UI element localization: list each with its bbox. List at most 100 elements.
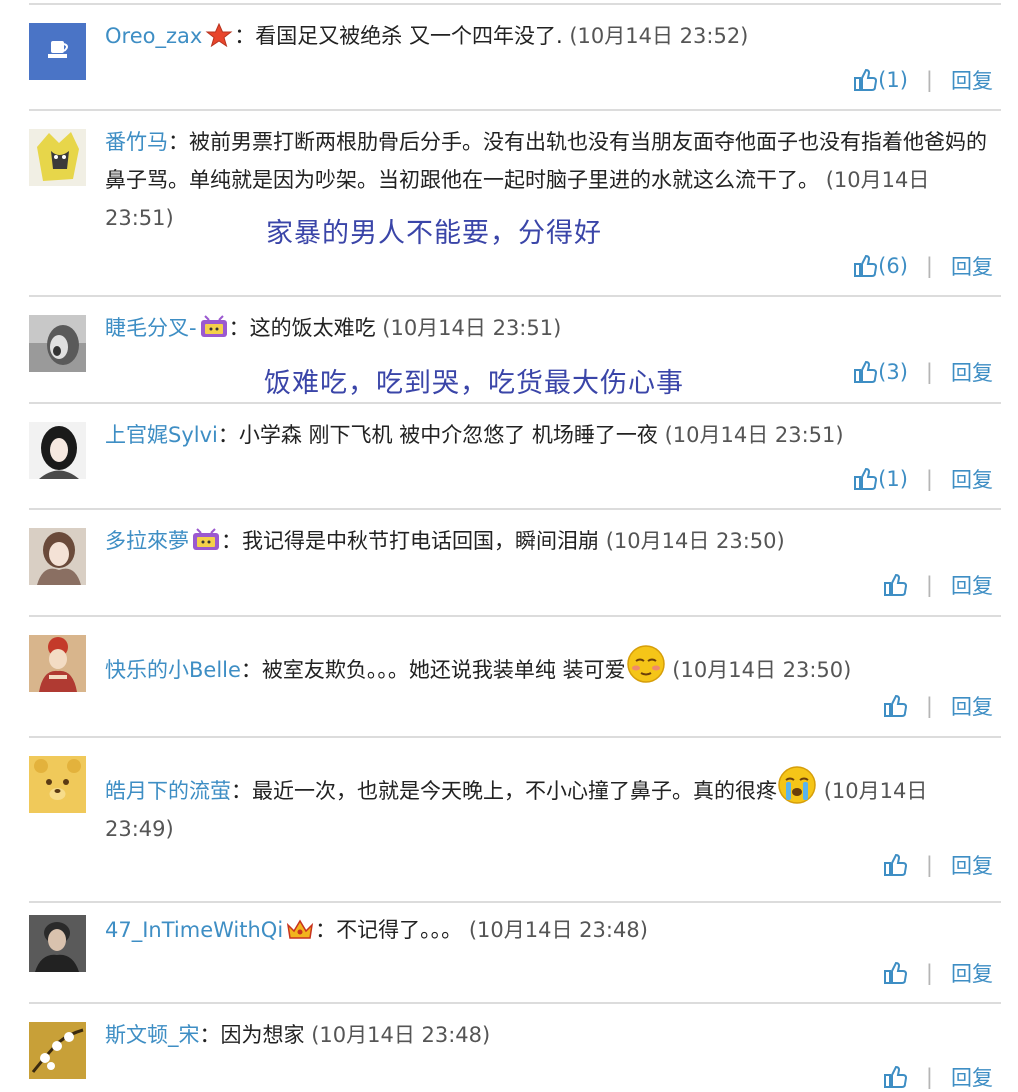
avatar[interactable] bbox=[29, 635, 86, 692]
avatar[interactable] bbox=[29, 915, 86, 972]
avatar[interactable] bbox=[29, 756, 86, 813]
comment-actions: | 回复 bbox=[883, 850, 993, 880]
username-link[interactable]: 快乐的小Belle bbox=[105, 658, 241, 682]
separator: | bbox=[925, 360, 933, 384]
smug-face-icon bbox=[626, 643, 666, 685]
like-button[interactable]: (6) bbox=[853, 254, 908, 279]
comment-actions: (3) | 回复 bbox=[853, 357, 993, 387]
comment-item: 上官娓Sylvi：小学森 刚下飞机 被中介忽悠了 机场睡了一夜 (10月14日 … bbox=[29, 404, 1001, 510]
crying-face-icon bbox=[777, 764, 817, 806]
thumbs-up-icon bbox=[883, 853, 908, 878]
separator: | bbox=[925, 853, 933, 877]
annotation-text: 家暴的男人不能要，分得好 bbox=[266, 218, 602, 249]
reply-button[interactable]: 回复 bbox=[951, 464, 993, 494]
separator: | bbox=[925, 467, 933, 491]
like-count: (6) bbox=[878, 254, 908, 278]
comment-actions: | 回复 bbox=[883, 1062, 993, 1092]
comment-body: 皓月下的流萤：最近一次，也就是今天晚上，不小心撞了鼻子。真的很疼 (10月14日… bbox=[105, 764, 999, 848]
comment-body: 多拉來夢 ：我记得是中秋节打电话回国，瞬间泪崩 (10月14日 23:50) bbox=[105, 528, 785, 553]
like-count: (1) bbox=[878, 68, 908, 92]
username-link[interactable]: 斯文顿_宋 bbox=[105, 1023, 200, 1047]
comment-body: 上官娓Sylvi：小学森 刚下飞机 被中介忽悠了 机场睡了一夜 (10月14日 … bbox=[105, 423, 844, 447]
like-button[interactable] bbox=[883, 961, 908, 986]
comment-body: 快乐的小Belle：被室友欺负。。。她还说我装单纯 装可爱 (10月14日 23… bbox=[105, 643, 999, 689]
username-link[interactable]: Oreo_zax bbox=[105, 24, 202, 48]
tv-icon bbox=[199, 315, 229, 339]
avatar[interactable] bbox=[29, 315, 86, 372]
username-link[interactable]: 47_InTimeWithQi bbox=[105, 918, 283, 942]
avatar[interactable] bbox=[29, 528, 86, 585]
like-button[interactable]: (1) bbox=[853, 68, 908, 93]
timestamp: (10月14日 23:48) bbox=[468, 918, 648, 942]
avatar[interactable] bbox=[29, 422, 86, 479]
like-button[interactable] bbox=[883, 1065, 908, 1090]
comment-actions: (6) | 回复 bbox=[853, 251, 993, 281]
timestamp: (10月14日 23:48) bbox=[311, 1023, 491, 1047]
avatar[interactable] bbox=[29, 129, 86, 186]
comment-item: 番竹马：被前男票打断两根肋骨后分手。没有出轨也没有当朋友面夺他面子也没有指着他爸… bbox=[29, 111, 1001, 297]
comment-item: 47_InTimeWithQi ：不记得了。。。 (10月14日 23:48) |… bbox=[29, 903, 1001, 1004]
timestamp: (10月14日 23:51) bbox=[664, 423, 844, 447]
comment-actions: | 回复 bbox=[883, 570, 993, 600]
like-count: (1) bbox=[878, 467, 908, 491]
like-button[interactable]: (1) bbox=[853, 467, 908, 492]
separator: | bbox=[925, 254, 933, 278]
comment-item: 皓月下的流萤：最近一次，也就是今天晚上，不小心撞了鼻子。真的很疼 (10月14日… bbox=[29, 738, 1001, 903]
reply-button[interactable]: 回复 bbox=[951, 958, 993, 988]
reply-button[interactable]: 回复 bbox=[951, 251, 993, 281]
avatar[interactable] bbox=[29, 1022, 86, 1079]
username-link[interactable]: 皓月下的流萤 bbox=[105, 779, 231, 803]
comment-text: 最近一次，也就是今天晚上，不小心撞了鼻子。真的很疼 bbox=[252, 779, 777, 803]
like-button[interactable] bbox=[883, 573, 908, 598]
crown-icon bbox=[285, 917, 315, 941]
comment-text: 因为想家 bbox=[220, 1023, 305, 1047]
comment-item: Oreo_zax ：看国足又被绝杀 又一个四年没了. (10月14日 23:52)… bbox=[29, 5, 1001, 111]
username-link[interactable]: 番竹马 bbox=[105, 130, 168, 154]
thumbs-up-icon bbox=[883, 573, 908, 598]
avatar[interactable] bbox=[29, 23, 86, 80]
comment-item: 快乐的小Belle：被室友欺负。。。她还说我装单纯 装可爱 (10月14日 23… bbox=[29, 617, 1001, 738]
comment-item: 睫毛分叉- ：这的饭太难吃 (10月14日 23:51) 饭难吃，吃到哭，吃货最大… bbox=[29, 297, 1001, 404]
like-button[interactable] bbox=[883, 694, 908, 719]
comment-body: 47_InTimeWithQi ：不记得了。。。 (10月14日 23:48) bbox=[105, 917, 648, 942]
thumbs-up-icon bbox=[853, 467, 878, 492]
separator: | bbox=[925, 694, 933, 718]
thumbs-up-icon bbox=[883, 694, 908, 719]
separator: | bbox=[925, 1065, 933, 1089]
comment-actions: (1) | 回复 bbox=[853, 464, 993, 494]
tv-icon bbox=[191, 528, 221, 552]
separator: | bbox=[925, 573, 933, 597]
comment-text: 不记得了。。。 bbox=[336, 918, 463, 942]
comment-text: 我记得是中秋节打电话回国，瞬间泪崩 bbox=[242, 529, 599, 553]
like-count: (3) bbox=[878, 360, 908, 384]
comment-actions: | 回复 bbox=[883, 691, 993, 721]
like-button[interactable]: (3) bbox=[853, 360, 908, 385]
comment-body: 睫毛分叉- ：这的饭太难吃 (10月14日 23:51) bbox=[105, 315, 562, 340]
timestamp: (10月14日 23:51) bbox=[382, 316, 562, 340]
thumbs-up-icon bbox=[853, 68, 878, 93]
reply-button[interactable]: 回复 bbox=[951, 691, 993, 721]
username-link[interactable]: 睫毛分叉- bbox=[105, 316, 197, 340]
timestamp: (10月14日 23:50) bbox=[605, 529, 785, 553]
username-link[interactable]: 上官娓Sylvi bbox=[105, 423, 218, 447]
reply-button[interactable]: 回复 bbox=[951, 570, 993, 600]
thumbs-up-icon bbox=[883, 1065, 908, 1090]
username-link[interactable]: 多拉來夢 bbox=[105, 529, 189, 553]
comment-item: 斯文顿_宋：因为想家 (10月14日 23:48) | 回复 bbox=[29, 1004, 1001, 1090]
separator: | bbox=[925, 68, 933, 92]
comment-text: 小学森 刚下飞机 被中介忽悠了 机场睡了一夜 bbox=[238, 423, 658, 447]
reply-button[interactable]: 回复 bbox=[951, 65, 993, 95]
comment-actions: | 回复 bbox=[883, 958, 993, 988]
comment-actions: (1) | 回复 bbox=[853, 65, 993, 95]
reply-button[interactable]: 回复 bbox=[951, 357, 993, 387]
comment-body: Oreo_zax ：看国足又被绝杀 又一个四年没了. (10月14日 23:52) bbox=[105, 23, 749, 48]
reply-button[interactable]: 回复 bbox=[951, 850, 993, 880]
like-button[interactable] bbox=[883, 853, 908, 878]
thumbs-up-icon bbox=[853, 360, 878, 385]
annotation-text: 饭难吃，吃到哭，吃货最大伤心事 bbox=[264, 368, 684, 399]
comment-text: 这的饭太难吃 bbox=[249, 316, 376, 340]
reply-button[interactable]: 回复 bbox=[951, 1062, 993, 1092]
comment-text: 被室友欺负。。。她还说我装单纯 装可爱 bbox=[261, 658, 626, 682]
thumbs-up-icon bbox=[883, 961, 908, 986]
timestamp: (10月14日 23:50) bbox=[672, 658, 852, 682]
